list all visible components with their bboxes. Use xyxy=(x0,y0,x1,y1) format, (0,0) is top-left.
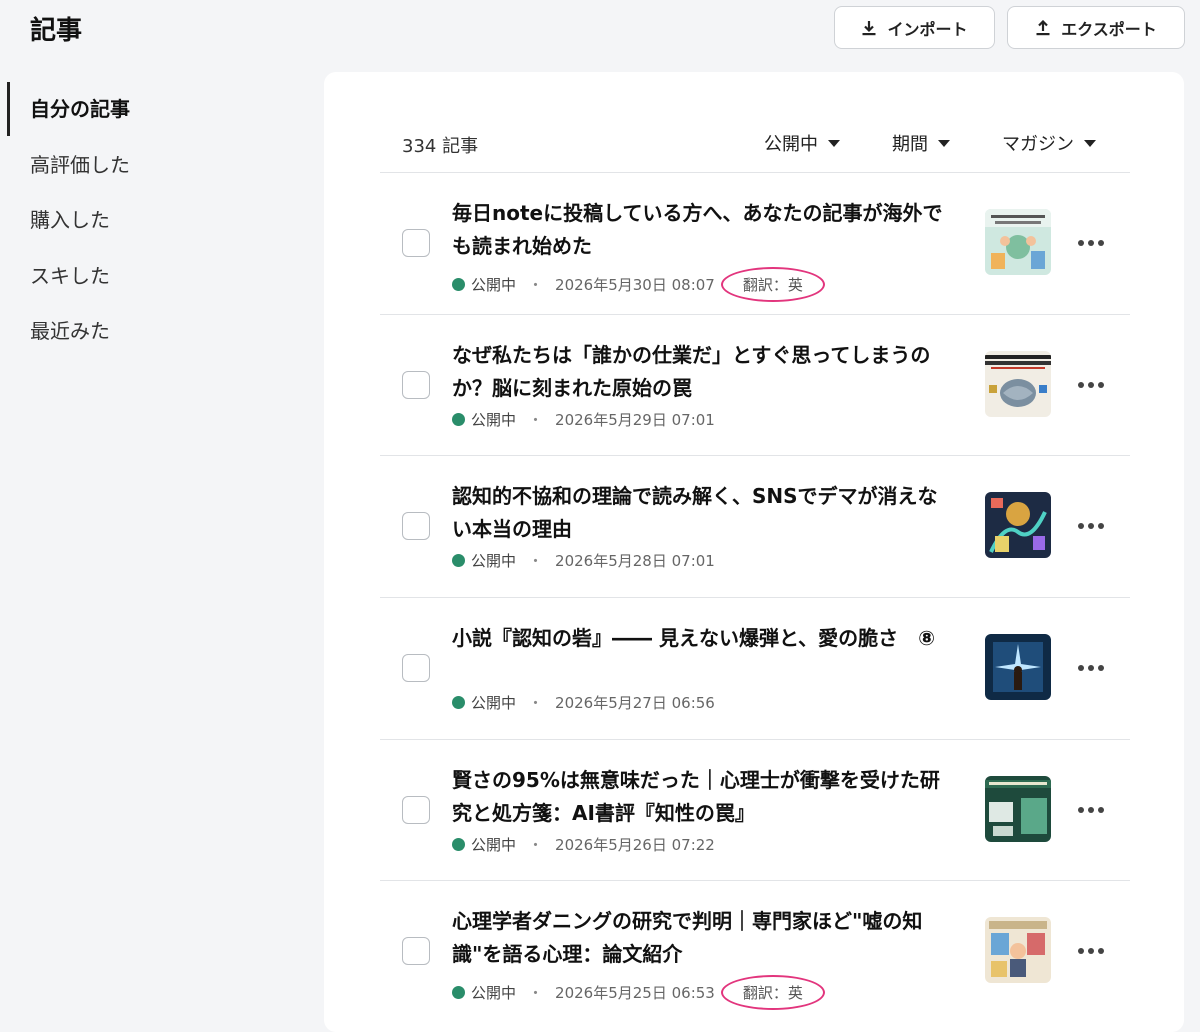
translation-badge: 翻訳：英 xyxy=(720,975,825,1011)
thumbnail-image xyxy=(985,209,1051,275)
article-checkbox[interactable] xyxy=(402,370,430,399)
article-checkbox[interactable] xyxy=(402,795,430,824)
article-row: 毎日noteに投稿している方へ、あなたの記事が海外でも読まれ始めた 公開中 ・ … xyxy=(380,173,1130,315)
article-row: 賢さの95%は無意味だった｜心理士が衝撃を受けた研究と処方箋：AI書評『知性の罠… xyxy=(380,740,1130,882)
article-status: 公開中 xyxy=(471,410,517,429)
article-date: 2026年5月28日 07:01 xyxy=(555,552,715,571)
sidebar-item-recently-viewed[interactable]: 最近みた xyxy=(0,302,300,358)
article-meta: 公開中 ・ 2026年5月27日 06:56 xyxy=(452,692,715,713)
thumbnail-image xyxy=(985,350,1051,417)
separator-dot: ・ xyxy=(528,552,544,571)
article-row: なぜ私たちは「誰かの仕業だ」とすぐ思ってしまうのか？脳に刻まれた原始の罠 公開中… xyxy=(380,315,1130,457)
status-dot-icon xyxy=(452,554,465,568)
article-date: 2026年5月29日 07:01 xyxy=(555,410,715,429)
more-options-icon[interactable] xyxy=(1078,231,1104,255)
magazine-filter-dropdown[interactable]: マガジン xyxy=(1002,130,1096,156)
thumbnail-image xyxy=(985,634,1051,701)
top-actions: インポート エクスポート xyxy=(834,6,1185,49)
status-dot-icon xyxy=(452,696,465,710)
article-status: 公開中 xyxy=(471,276,517,294)
more-options-icon[interactable] xyxy=(1078,939,1104,963)
more-options-icon[interactable] xyxy=(1078,798,1104,822)
article-date: 2026年5月26日 07:22 xyxy=(555,835,715,854)
page-title: 記事 xyxy=(30,16,83,46)
article-row: 心理学者ダニングの研究で判明｜専門家ほど"嘘の知識"を語る心理：論文紹介 公開中… xyxy=(380,881,1130,1023)
article-thumbnail[interactable] xyxy=(985,209,1051,275)
article-meta: 公開中 ・ 2026年5月28日 07:01 xyxy=(452,550,715,571)
article-thumbnail[interactable] xyxy=(985,634,1051,701)
article-status: 公開中 xyxy=(471,694,517,713)
articles-panel: 334 記事 公開中 期間 マガジン 毎日noteに投稿している方へ、あなたの記… xyxy=(324,72,1184,1032)
article-row: 小説『認知の砦』―― 見えない爆弾と、愛の脆さ ⑧ 公開中 ・ 2026年5月2… xyxy=(380,598,1130,740)
separator-dot: ・ xyxy=(528,410,544,429)
article-title[interactable]: なぜ私たちは「誰かの仕業だ」とすぐ思ってしまうのか？脳に刻まれた原始の罠 xyxy=(452,339,952,405)
article-count: 334 記事 xyxy=(402,136,479,157)
more-options-icon[interactable] xyxy=(1078,373,1104,397)
export-button[interactable]: エクスポート xyxy=(1007,6,1185,49)
article-title[interactable]: 小説『認知の砦』―― 見えない爆弾と、愛の脆さ ⑧ xyxy=(452,622,952,655)
article-title[interactable]: 心理学者ダニングの研究で判明｜専門家ほど"嘘の知識"を語る心理：論文紹介 xyxy=(452,905,952,971)
article-date: 2026年5月27日 06:56 xyxy=(555,694,715,713)
status-filter-dropdown[interactable]: 公開中 xyxy=(764,130,840,156)
article-meta: 公開中 ・ 2026年5月29日 07:01 xyxy=(452,409,715,430)
status-dot-icon xyxy=(452,986,465,1000)
period-filter-label: 期間 xyxy=(892,134,928,155)
article-status: 公開中 xyxy=(471,984,517,1003)
thumbnail-image xyxy=(985,775,1051,842)
upload-icon xyxy=(1036,19,1050,35)
article-title[interactable]: 認知的不協和の理論で読み解く、SNSでデマが消えない本当の理由 xyxy=(452,480,952,546)
download-icon xyxy=(862,20,876,35)
article-checkbox[interactable] xyxy=(402,512,430,541)
status-dot-icon xyxy=(452,278,465,291)
article-checkbox[interactable] xyxy=(402,654,430,683)
status-filter-label: 公開中 xyxy=(764,134,818,155)
more-options-icon[interactable] xyxy=(1078,514,1104,538)
separator-dot: ・ xyxy=(528,835,544,854)
article-thumbnail[interactable] xyxy=(985,492,1051,559)
status-dot-icon xyxy=(452,837,465,851)
separator-dot: ・ xyxy=(528,984,544,1003)
article-date: 2026年5月30日 08:07 xyxy=(555,276,715,294)
sidebar-item-suki[interactable]: スキした xyxy=(0,247,300,303)
import-button[interactable]: インポート xyxy=(834,6,995,49)
period-filter-dropdown[interactable]: 期間 xyxy=(892,130,950,156)
caret-down-icon xyxy=(1084,139,1096,147)
article-list: 毎日noteに投稿している方へ、あなたの記事が海外でも読まれ始めた 公開中 ・ … xyxy=(380,173,1130,1023)
import-label: インポート xyxy=(887,19,968,39)
article-thumbnail[interactable] xyxy=(985,775,1051,842)
translation-badge: 翻訳：英 xyxy=(720,267,825,302)
sidebar: 自分の記事 高評価した 購入した スキした 最近みた xyxy=(0,80,300,358)
more-options-icon[interactable] xyxy=(1078,656,1104,680)
caret-down-icon xyxy=(938,139,950,147)
sidebar-item-purchased[interactable]: 購入した xyxy=(0,191,300,247)
article-checkbox[interactable] xyxy=(402,229,430,257)
thumbnail-image xyxy=(985,492,1051,559)
status-dot-icon xyxy=(452,412,465,426)
caret-down-icon xyxy=(828,139,840,147)
article-meta: 公開中 ・ 2026年5月25日 06:53 翻訳：英 xyxy=(452,975,825,1011)
magazine-filter-label: マガジン xyxy=(1002,134,1074,155)
thumbnail-image xyxy=(985,917,1051,984)
article-checkbox[interactable] xyxy=(402,937,430,966)
article-thumbnail[interactable] xyxy=(985,350,1051,417)
article-title[interactable]: 賢さの95%は無意味だった｜心理士が衝撃を受けた研究と処方箋：AI書評『知性の罠… xyxy=(452,764,952,830)
export-label: エクスポート xyxy=(1061,19,1157,39)
article-thumbnail[interactable] xyxy=(985,917,1051,984)
filters: 公開中 期間 マガジン xyxy=(764,130,1130,156)
sidebar-item-liked[interactable]: 高評価した xyxy=(0,136,300,192)
article-title[interactable]: 毎日noteに投稿している方へ、あなたの記事が海外でも読まれ始めた xyxy=(452,197,952,263)
separator-dot: ・ xyxy=(528,694,544,713)
article-status: 公開中 xyxy=(471,835,517,854)
article-status: 公開中 xyxy=(471,552,517,571)
article-meta: 公開中 ・ 2026年5月30日 08:07 翻訳：英 xyxy=(452,267,825,302)
sidebar-item-my-articles[interactable]: 自分の記事 xyxy=(0,80,300,136)
article-meta: 公開中 ・ 2026年5月26日 07:22 xyxy=(452,834,715,855)
separator-dot: ・ xyxy=(528,276,544,294)
article-date: 2026年5月25日 06:53 xyxy=(555,984,715,1003)
article-row: 認知的不協和の理論で読み解く、SNSでデマが消えない本当の理由 公開中 ・ 20… xyxy=(380,456,1130,599)
list-header: 334 記事 公開中 期間 マガジン xyxy=(380,72,1130,173)
